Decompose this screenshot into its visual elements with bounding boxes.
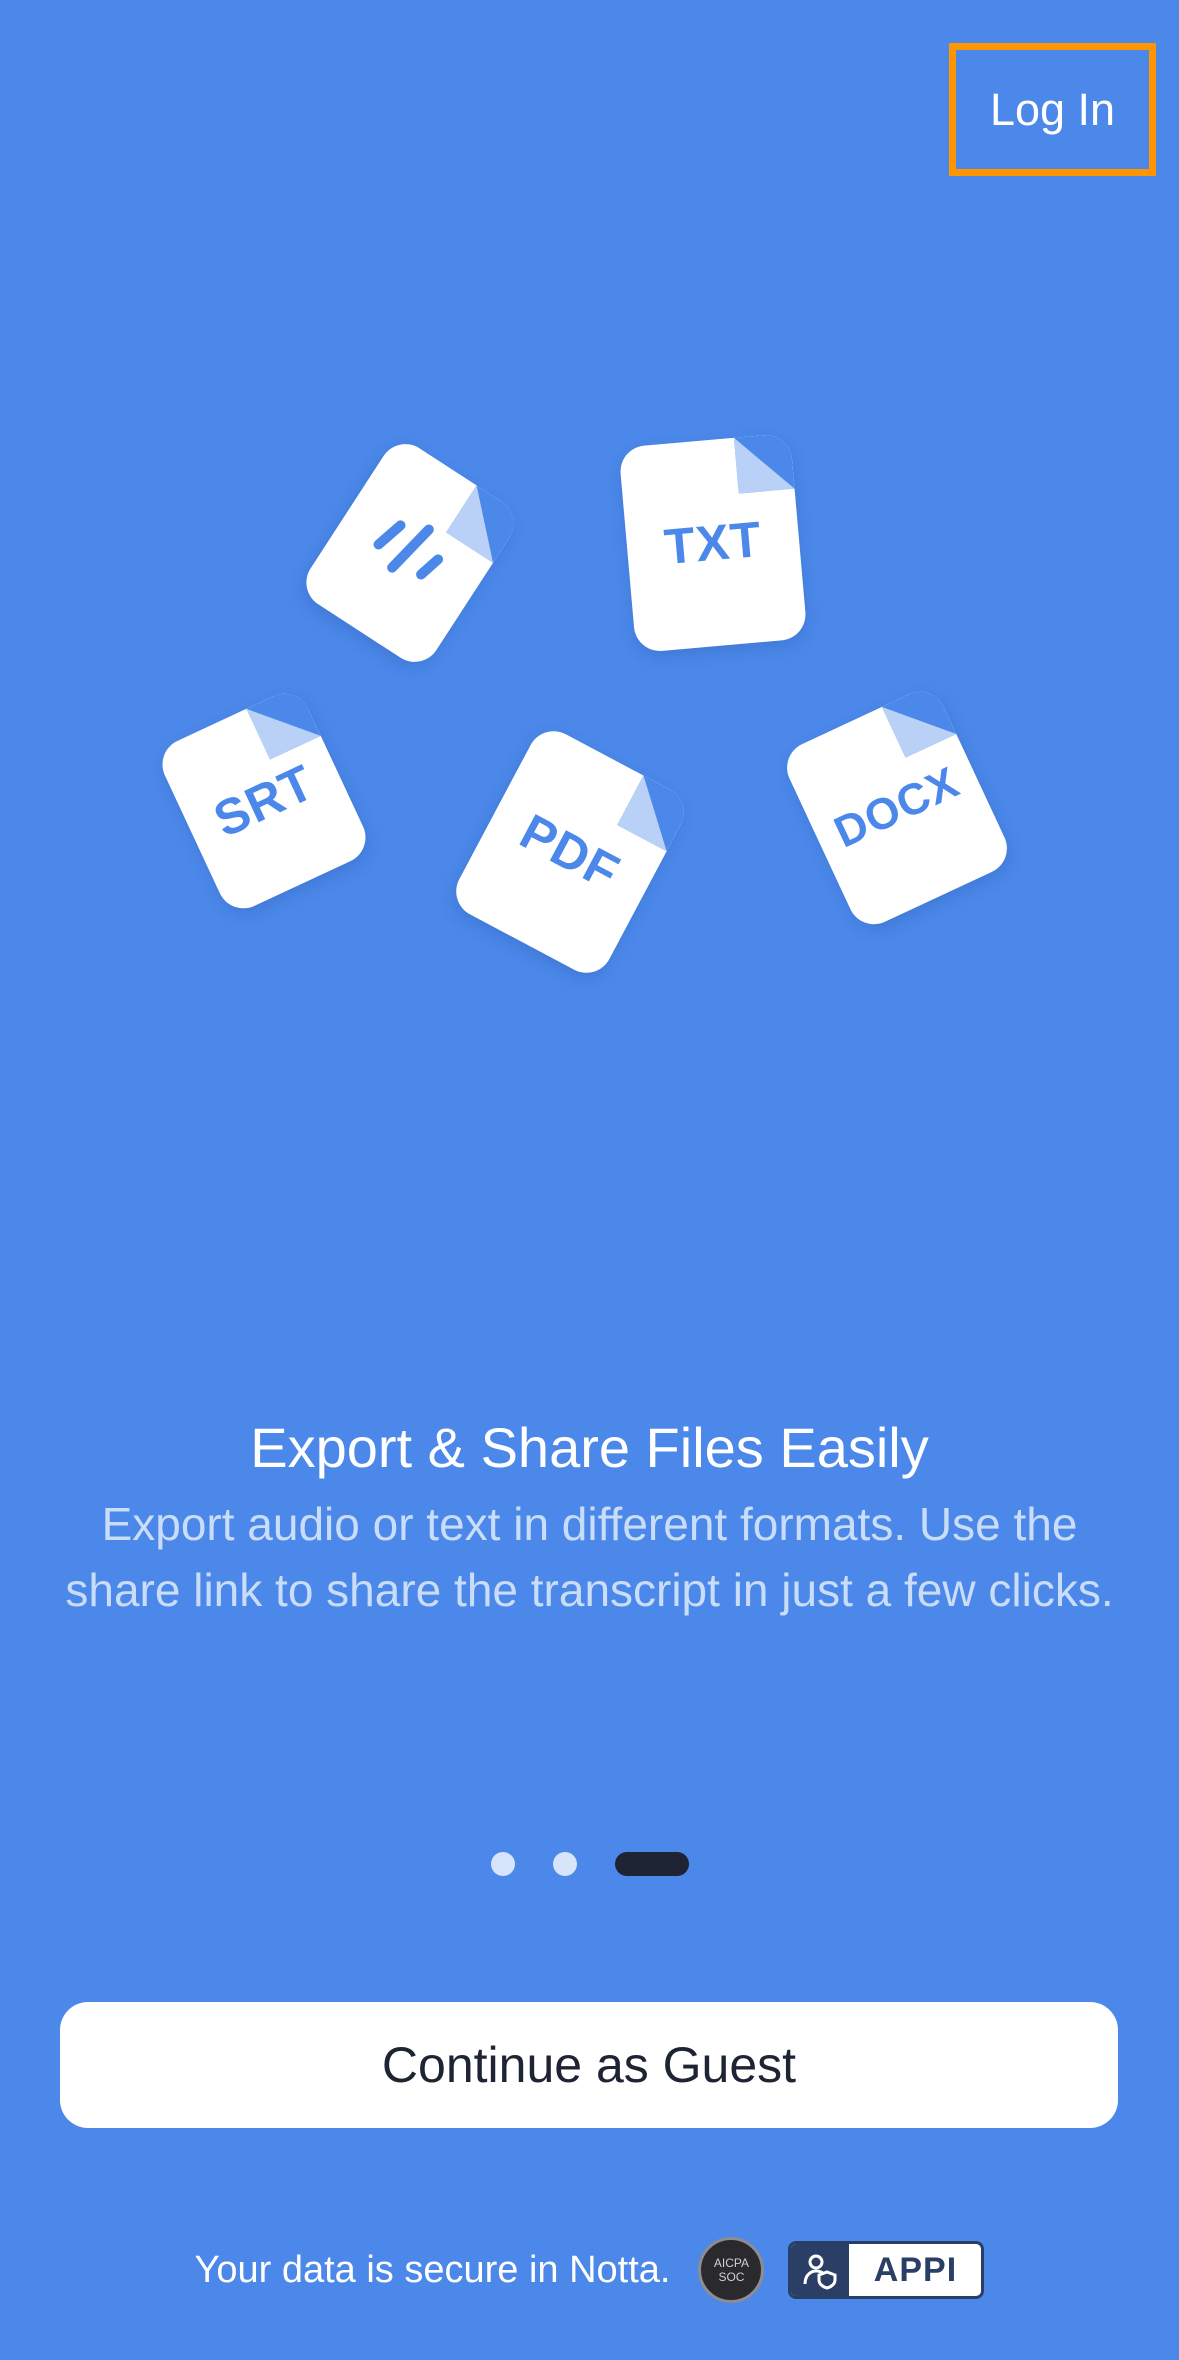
txt-file-label: TXT [662,510,764,576]
srt-file-icon: SRT [153,685,375,917]
appi-badge: APPI [788,2241,985,2299]
continue-as-guest-button[interactable]: Continue as Guest [60,2002,1118,2128]
txt-file-icon: TXT [618,432,808,654]
aicpa-soc-badge-icon: AICPA SOC [698,2237,765,2303]
continue-as-guest-label: Continue as Guest [381,2037,797,2093]
onboarding-description: Export audio or text in different format… [65,1498,1114,1616]
security-footer: Your data is secure in Notta. AICPA SOC … [0,2230,1179,2310]
aicpa-label: AICPA [713,2256,750,2270]
soc-label: SOC [718,2270,745,2284]
pdf-file-icon: PDF [447,722,693,982]
login-button-label: Log In [989,83,1116,135]
page-indicator[interactable] [0,1852,1179,1876]
login-button[interactable]: Log In [949,43,1156,176]
onboarding-screen: Log In TXT SRT PDF DOCX Export & Share F… [0,0,1179,2360]
docx-file-icon: DOCX [778,683,1016,933]
docx-file-label: DOCX [827,757,967,858]
security-text: Your data is secure in Notta. [194,2248,671,2291]
appi-label: APPI [873,2250,958,2289]
page-dot-3-active[interactable] [614,1852,689,1876]
user-shield-icon [791,2244,850,2296]
onboarding-title: Export & Share Files Easily [250,1416,929,1479]
audio-file-icon [296,434,524,672]
srt-file-label: SRT [205,753,323,849]
waveform-icon [373,520,444,580]
page-dot-1[interactable] [490,1852,515,1876]
onboarding-text: Export & Share Files Easily Export audio… [0,1405,1179,1623]
export-files-illustration: TXT SRT PDF DOCX [0,400,1179,1020]
page-dot-2[interactable] [552,1852,577,1876]
